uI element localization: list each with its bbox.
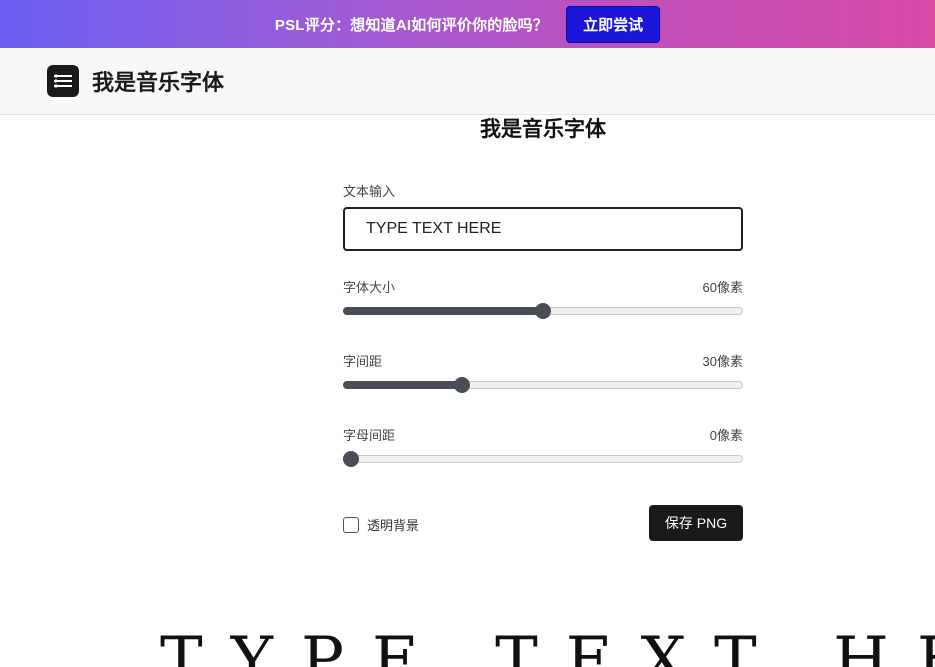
slider-fill — [343, 307, 543, 315]
slider-fill — [343, 381, 463, 389]
logo[interactable] — [47, 65, 79, 97]
font-size-value: 60像素 — [702, 280, 743, 295]
char-spacing-slider[interactable] — [343, 377, 743, 393]
slider-track — [343, 455, 743, 463]
font-size-slider[interactable] — [343, 303, 743, 319]
try-now-button[interactable]: 立即尝试 — [566, 5, 661, 43]
slider-thumb[interactable] — [535, 303, 551, 319]
letter-spacing-slider[interactable] — [343, 451, 743, 467]
transparent-bg-checkbox[interactable] — [343, 516, 359, 533]
letter-spacing-value: 0像素 — [709, 428, 743, 443]
site-header: 我是音乐字体 — [0, 48, 935, 115]
text-input[interactable] — [343, 207, 743, 251]
letter-spacing-label: 字母间距 — [343, 428, 396, 443]
char-spacing-value: 30像素 — [702, 354, 743, 369]
site-title[interactable]: 我是音乐字体 — [92, 65, 224, 97]
slider-thumb[interactable] — [343, 451, 359, 467]
transparent-bg-label: 透明背景 — [367, 518, 420, 533]
promo-text: PSL评分：想知道AI如何评价你的脸吗？ — [274, 16, 549, 34]
menu-lines-icon — [54, 74, 72, 88]
transparent-bg-option[interactable]: 透明背景 — [343, 515, 419, 534]
char-spacing-label: 字间距 — [343, 354, 383, 369]
font-size-label: 字体大小 — [343, 280, 396, 295]
slider-thumb[interactable] — [454, 377, 471, 393]
page-title: 我是音乐字体 — [480, 118, 606, 141]
save-png-button[interactable]: 保存 PNG — [649, 505, 743, 541]
preview-canvas: TYPE TEXT HERE — [0, 560, 935, 667]
promo-banner: PSL评分：想知道AI如何评价你的脸吗？ 立即尝试 — [0, 0, 935, 48]
text-input-label: 文本输入 — [343, 184, 396, 199]
preview-text: TYPE TEXT HERE — [160, 624, 935, 667]
